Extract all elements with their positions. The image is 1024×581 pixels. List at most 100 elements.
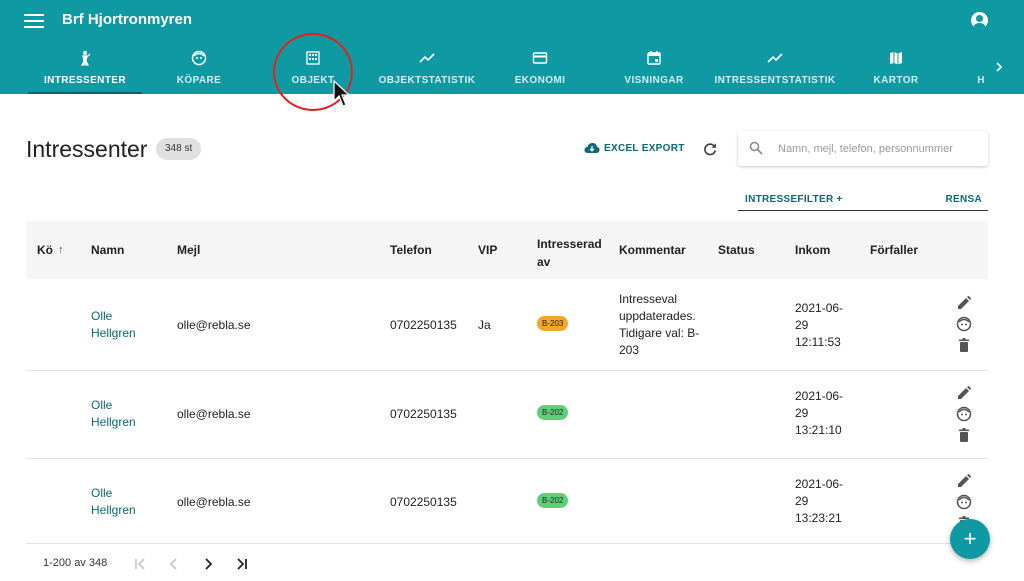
sort-arrow-up-icon: ↑ [58, 244, 64, 256]
tab-label: INTRESSENTSTATISTIK [714, 75, 836, 86]
date-part: 2021-06- [795, 477, 844, 491]
refresh-icon[interactable] [702, 141, 718, 157]
name-link[interactable]: Olle Hellgren [91, 397, 136, 431]
column-header-expires: Förfaller [870, 243, 919, 257]
add-button[interactable]: + [950, 519, 990, 559]
credit-card-icon [532, 52, 548, 64]
filter-row: INTRESSEFILTER + RENSA [738, 190, 988, 211]
tab-intressentstatistik[interactable]: INTRESSENTSTATISTIK [712, 44, 838, 94]
date-part: 29 [795, 406, 809, 420]
last-page-icon[interactable] [234, 556, 250, 572]
column-header-status: Status [718, 243, 755, 257]
clear-filter-button[interactable]: RENSA [945, 194, 982, 205]
tab-intressenter[interactable]: INTRESSENTER [28, 44, 142, 94]
menu-icon[interactable] [22, 10, 46, 30]
interest-filter-button[interactable]: INTRESSEFILTER + [745, 194, 843, 205]
face-icon[interactable] [956, 406, 972, 422]
comment-cell: Intresseval uppdaterades. Tidigare val: … [619, 291, 699, 359]
table-row: Olle Hellgren olle@rebla.se 0702250135 J… [26, 279, 988, 371]
email-cell: olle@rebla.se [177, 407, 251, 421]
trending-up-icon [419, 53, 435, 63]
incoming-cell: 2021-06- 29 13:21:10 [795, 388, 843, 439]
last-name: Hellgren [91, 415, 136, 429]
first-page-icon[interactable] [132, 556, 148, 572]
search-input[interactable] [778, 139, 978, 158]
tab-visningar[interactable]: VISNINGAR [604, 44, 704, 94]
delete-icon[interactable] [956, 337, 972, 353]
tab-ekonomi[interactable]: EKONOMI [494, 44, 586, 94]
tab-kopare[interactable]: KÖPARE [146, 44, 252, 94]
interested-table: Kö ↑ Namn Mejl Telefon VIP Intresserad a… [26, 221, 988, 543]
trending-up-icon [767, 53, 783, 63]
vip-cell: Ja [478, 318, 491, 332]
email-cell: olle@rebla.se [177, 318, 251, 332]
first-name: Olle [91, 398, 113, 412]
delete-icon[interactable] [956, 427, 972, 443]
plus-icon: + [963, 526, 977, 551]
incoming-cell: 2021-06- 29 12:11:53 [795, 300, 843, 351]
tab-objektstatistik[interactable]: OBJEKTSTATISTIK [372, 44, 482, 94]
pagination-bar: 1-200 av 348 [26, 543, 988, 581]
first-name: Olle [91, 309, 113, 323]
tab-label: KÖPARE [176, 75, 222, 86]
object-chip[interactable]: B-202 [537, 493, 569, 508]
phone-cell: 0702250135 [390, 318, 457, 332]
tab-kartor[interactable]: KARTOR [854, 44, 938, 94]
comment-line: Intresseval [619, 292, 678, 306]
incoming-cell: 2021-06- 29 13:23:21 [795, 476, 843, 527]
comment-line: 203 [619, 343, 640, 357]
column-header-vip: VIP [478, 243, 498, 257]
date-part: 2021-06- [795, 301, 844, 315]
app-bar: Brf Hjortronmyren INTRESSENTER KÖPARE OB… [0, 0, 1024, 94]
last-name: Hellgren [91, 503, 136, 517]
column-header-label: av [537, 255, 551, 269]
search-icon [749, 141, 763, 155]
time-part: 12:11:53 [795, 335, 841, 349]
column-header-phone: Telefon [390, 243, 432, 257]
phone-cell: 0702250135 [390, 407, 457, 421]
column-header-label: Kö [37, 243, 53, 257]
account-circle-icon[interactable] [971, 12, 988, 29]
column-header-comment: Kommentar [619, 243, 686, 257]
column-header-incoming: Inkom [795, 243, 831, 257]
active-tab-indicator [28, 92, 142, 94]
date-part: 29 [795, 494, 809, 508]
edit-icon[interactable] [956, 295, 972, 311]
chevron-left-icon[interactable] [166, 556, 182, 572]
name-link[interactable]: Olle Hellgren [91, 485, 136, 519]
pagination-range: 1-200 av 348 [43, 557, 108, 569]
tab-bar: INTRESSENTER KÖPARE OBJEKT OBJEKTSTATIST… [0, 44, 1024, 94]
table-header: Kö ↑ Namn Mejl Telefon VIP Intresserad a… [26, 221, 988, 279]
chevron-right-icon[interactable] [200, 556, 216, 572]
count-badge: 348 st [156, 138, 202, 160]
search-box [738, 131, 988, 166]
name-link[interactable]: Olle Hellgren [91, 308, 136, 342]
column-header-label: Intresserad [537, 237, 602, 251]
comment-line: Tidigare val: B- [619, 326, 700, 340]
first-name: Olle [91, 486, 113, 500]
tab-h[interactable]: H [970, 44, 992, 94]
cloud-download-icon [584, 143, 600, 153]
edit-icon[interactable] [956, 385, 972, 401]
phone-cell: 0702250135 [390, 495, 457, 509]
time-part: 13:21:10 [795, 423, 842, 437]
tab-label: KARTOR [873, 75, 919, 86]
column-header-interested: Intresserad av [537, 221, 607, 279]
tab-label: INTRESSENTER [43, 75, 127, 86]
map-icon [890, 52, 902, 65]
excel-export-label: EXCEL EXPORT [604, 143, 685, 154]
column-header-name: Namn [91, 243, 125, 257]
column-header-email: Mejl [177, 243, 201, 257]
column-header-queue[interactable]: Kö ↑ [37, 221, 64, 279]
edit-icon[interactable] [956, 473, 972, 489]
face-icon[interactable] [956, 316, 972, 332]
face-icon[interactable] [956, 494, 972, 510]
tab-label: H [977, 75, 985, 86]
chevron-right-icon[interactable] [992, 60, 1006, 74]
object-chip[interactable]: B-202 [537, 405, 569, 420]
table-row: Olle Hellgren olle@rebla.se 0702250135 B… [26, 459, 988, 543]
person-pin-icon [81, 51, 91, 66]
app-title: Brf Hjortronmyren [62, 11, 193, 28]
event-icon [647, 51, 661, 65]
object-chip[interactable]: B-203 [537, 316, 569, 331]
